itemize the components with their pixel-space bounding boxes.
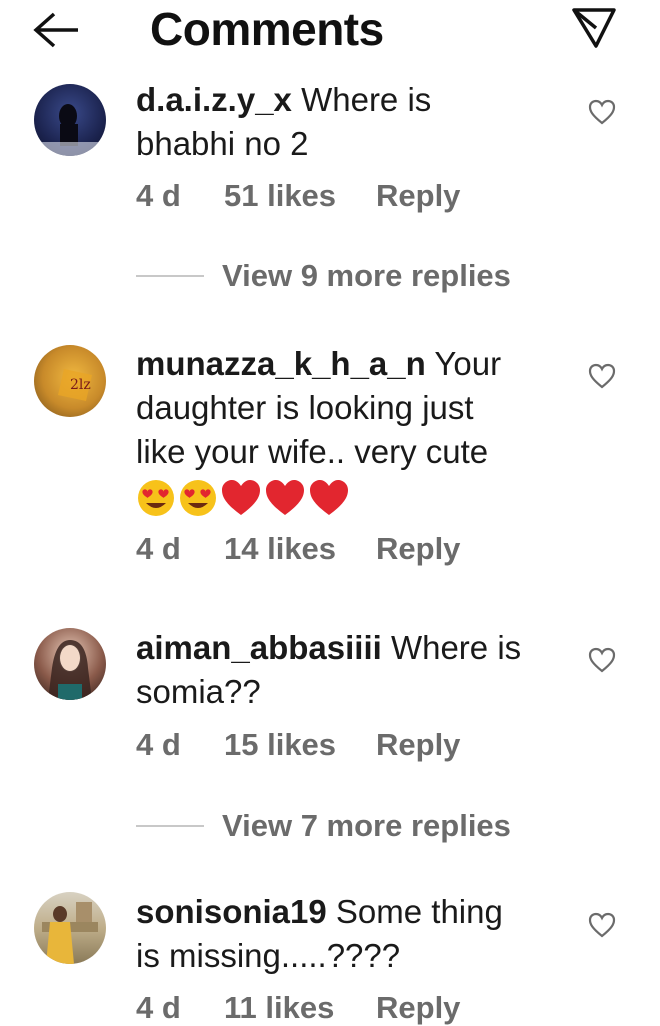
back-button[interactable] bbox=[32, 10, 82, 50]
red-heart-emoji-icon bbox=[266, 480, 304, 515]
like-count[interactable]: 14 likes bbox=[224, 531, 376, 567]
comment-time: 4 d bbox=[136, 531, 181, 566]
avatar[interactable]: 2lz bbox=[34, 345, 106, 417]
comment-text: aiman_abbasiiii Where is somia?? bbox=[136, 629, 522, 710]
comment-time: 4 d bbox=[136, 990, 181, 1025]
avatar-image bbox=[48, 640, 92, 700]
arrow-left-icon bbox=[33, 12, 78, 48]
comment-username[interactable]: sonisonia19 bbox=[136, 893, 327, 930]
like-count[interactable]: 15 likes bbox=[224, 727, 376, 763]
emoji-row bbox=[136, 478, 566, 518]
comment-time: 4 d bbox=[136, 178, 181, 213]
comment-time: 4 d bbox=[136, 727, 181, 762]
comment-text: d.a.i.z.y_x Where is bhabhi no 2 bbox=[136, 81, 432, 162]
header-bar: Comments bbox=[0, 0, 660, 60]
red-heart-emoji-icon bbox=[222, 480, 260, 515]
heart-icon bbox=[588, 912, 616, 938]
heart-eyes-emoji-icon bbox=[138, 480, 174, 516]
comment-username[interactable]: munazza_k_h_a_n bbox=[136, 345, 426, 382]
reply-button[interactable]: Reply bbox=[376, 727, 460, 763]
svg-text:2lz: 2lz bbox=[70, 377, 91, 393]
comment-text: munazza_k_h_a_n Your daughter is looking… bbox=[136, 342, 566, 518]
avatar-image bbox=[42, 902, 98, 964]
avatar-image bbox=[34, 104, 106, 156]
like-button[interactable] bbox=[588, 99, 616, 125]
like-button[interactable] bbox=[588, 912, 616, 938]
comment-meta: 4 d 51 likes Reply bbox=[136, 178, 460, 214]
like-count[interactable]: 51 likes bbox=[224, 178, 376, 214]
avatar-image: 2lz bbox=[58, 369, 92, 401]
like-button[interactable] bbox=[588, 363, 616, 389]
divider bbox=[136, 275, 204, 277]
paper-plane-icon bbox=[572, 8, 616, 48]
page-title: Comments bbox=[150, 3, 384, 55]
comment-meta: 4 d 15 likes Reply bbox=[136, 727, 460, 763]
heart-icon bbox=[588, 647, 616, 673]
send-button[interactable] bbox=[570, 6, 618, 50]
view-replies-button[interactable]: View 7 more replies bbox=[136, 808, 511, 844]
reply-button[interactable]: Reply bbox=[376, 990, 460, 1026]
reply-button[interactable]: Reply bbox=[376, 178, 460, 214]
reply-button[interactable]: Reply bbox=[376, 531, 460, 567]
heart-icon bbox=[588, 363, 616, 389]
avatar[interactable] bbox=[34, 84, 106, 156]
view-replies-button[interactable]: View 9 more replies bbox=[136, 258, 511, 294]
like-button[interactable] bbox=[588, 647, 616, 673]
red-heart-emoji-icon bbox=[310, 480, 348, 515]
avatar[interactable] bbox=[34, 628, 106, 700]
like-count[interactable]: 11 likes bbox=[224, 990, 376, 1026]
comment-text: sonisonia19 Some thing is missing.....??… bbox=[136, 893, 503, 974]
comment-meta: 4 d 14 likes Reply bbox=[136, 531, 460, 567]
heart-icon bbox=[588, 99, 616, 125]
comment-username[interactable]: aiman_abbasiiii bbox=[136, 629, 382, 666]
comment-username[interactable]: d.a.i.z.y_x bbox=[136, 81, 292, 118]
heart-eyes-emoji-icon bbox=[180, 480, 216, 516]
avatar[interactable] bbox=[34, 892, 106, 964]
comment-meta: 4 d 11 likes Reply bbox=[136, 990, 460, 1026]
divider bbox=[136, 825, 204, 827]
